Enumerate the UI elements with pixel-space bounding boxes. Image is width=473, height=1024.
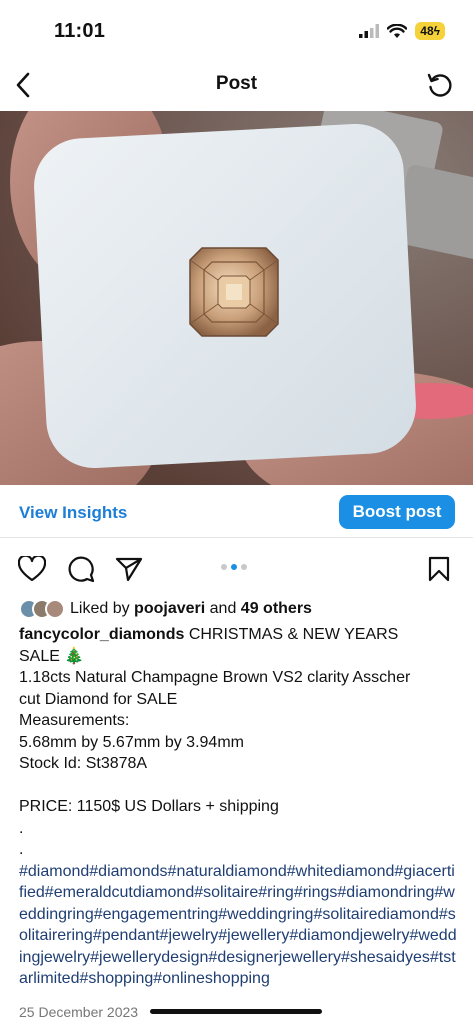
liker-avatars [19, 599, 65, 619]
charging-icon: ϟ [433, 24, 440, 38]
carousel-dot [221, 564, 227, 570]
caption-line: 5.68mm by 5.67mm by 3.94mm [19, 733, 244, 751]
bookmark-icon [428, 556, 450, 582]
diamond-photo: ✱ [0, 111, 473, 485]
liker-username[interactable]: poojaveri [134, 600, 205, 618]
comment-button[interactable] [66, 554, 96, 584]
status-icons: 48ϟ [359, 22, 445, 40]
status-time: 11:01 [54, 20, 106, 42]
carousel-dot [241, 564, 247, 570]
send-icon [115, 557, 143, 582]
insights-bar: View Insights Boost post [0, 486, 473, 538]
likes-summary[interactable]: Liked by poojaveri and 49 others [19, 598, 459, 620]
post-caption: fancycolor_diamonds CHRISTMAS & NEW YEAR… [19, 624, 459, 990]
caption-username[interactable]: fancycolor_diamonds [19, 626, 184, 643]
caption-line: 1.18cts Natural Champagne Brown VS2 clar… [19, 669, 411, 686]
caption-line: cut Diamond for SALE [19, 690, 178, 708]
caption-line: SALE 🎄 [19, 647, 85, 665]
caption-line: Measurements: [19, 712, 130, 729]
post-header: Post [0, 62, 473, 108]
heart-icon [18, 556, 46, 582]
caption-price: PRICE: 1150$ US Dollars + shipping [19, 798, 279, 815]
post-image[interactable]: ✱ [0, 111, 473, 485]
carousel-dot-active [231, 564, 237, 570]
likes-and: and [209, 600, 237, 617]
likes-others[interactable]: 49 others [241, 600, 312, 618]
save-button[interactable] [424, 554, 454, 584]
status-bar: 11:01 48ϟ [0, 0, 473, 62]
caption-dot: . [19, 841, 24, 858]
action-row [0, 548, 473, 590]
caption-line: CHRISTMAS & NEW YEARS [184, 626, 399, 643]
like-button[interactable] [17, 554, 47, 584]
page-title: Post [215, 73, 258, 94]
battery-indicator: 48ϟ [415, 22, 445, 40]
view-insights-link[interactable]: View Insights [19, 503, 127, 523]
boost-post-button[interactable]: Boost post [339, 495, 455, 529]
carousel-indicator [221, 564, 247, 570]
signal-icon [359, 24, 380, 38]
share-button[interactable] [114, 554, 144, 584]
home-indicator[interactable] [150, 1009, 322, 1014]
avatar [45, 599, 65, 619]
comment-icon [68, 556, 95, 583]
likes-prefix: Liked by [70, 600, 130, 617]
refresh-button[interactable] [423, 68, 457, 102]
caption-line: Stock Id: St3878A [19, 755, 148, 772]
refresh-icon [427, 73, 452, 97]
caption-hashtags[interactable]: #diamond#diamonds#naturaldiamond#whitedi… [19, 861, 459, 990]
battery-level: 48 [420, 24, 434, 38]
wifi-icon [387, 23, 408, 38]
post-date: 25 December 2023 [19, 1004, 139, 1020]
caption-dot: . [19, 819, 24, 837]
